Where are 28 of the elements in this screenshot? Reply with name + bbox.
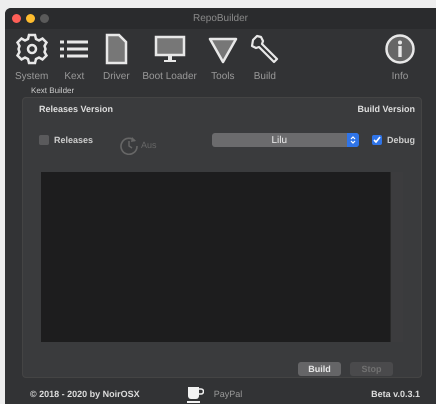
group-title: Kext Builder xyxy=(31,86,76,96)
toolbar-button[interactable]: Kext xyxy=(56,31,92,84)
toolbar-button[interactable]: Boot Loader xyxy=(140,31,199,84)
debug-checkbox[interactable] xyxy=(372,135,382,146)
close-button[interactable] xyxy=(12,14,21,24)
toolbar-button[interactable]: System xyxy=(13,31,50,84)
window-title: RepoBuilder xyxy=(192,13,248,24)
section-heading: Build Version xyxy=(357,104,415,114)
toolbar-button[interactable]: Build xyxy=(246,31,283,84)
version-text: Beta v.0.3.1 xyxy=(371,389,420,399)
toolbar-button[interactable]: Tools xyxy=(204,31,241,84)
copyright-text: © 2018 - 2020 by NoirOSX xyxy=(30,389,140,399)
info-icon xyxy=(384,33,416,66)
toolbar-button[interactable]: Info xyxy=(382,31,418,84)
checkbox-label: Releases xyxy=(54,135,94,146)
paypal-link[interactable]: PayPal xyxy=(214,389,242,399)
section-heading: Releases Version xyxy=(39,104,114,114)
checkbox-label: Debug xyxy=(387,135,415,146)
stepper-icon xyxy=(347,133,359,148)
wrench-icon xyxy=(248,33,281,66)
dropdown[interactable]: Lilu xyxy=(212,133,359,148)
gear-icon xyxy=(16,33,48,66)
refresh-icon xyxy=(119,135,140,156)
build-button[interactable]: Build xyxy=(298,362,341,376)
toolbar-button[interactable]: Driver xyxy=(98,31,134,84)
releases-checkbox[interactable] xyxy=(39,135,49,146)
minimize-button[interactable] xyxy=(26,14,35,24)
cup-icon xyxy=(186,384,204,404)
